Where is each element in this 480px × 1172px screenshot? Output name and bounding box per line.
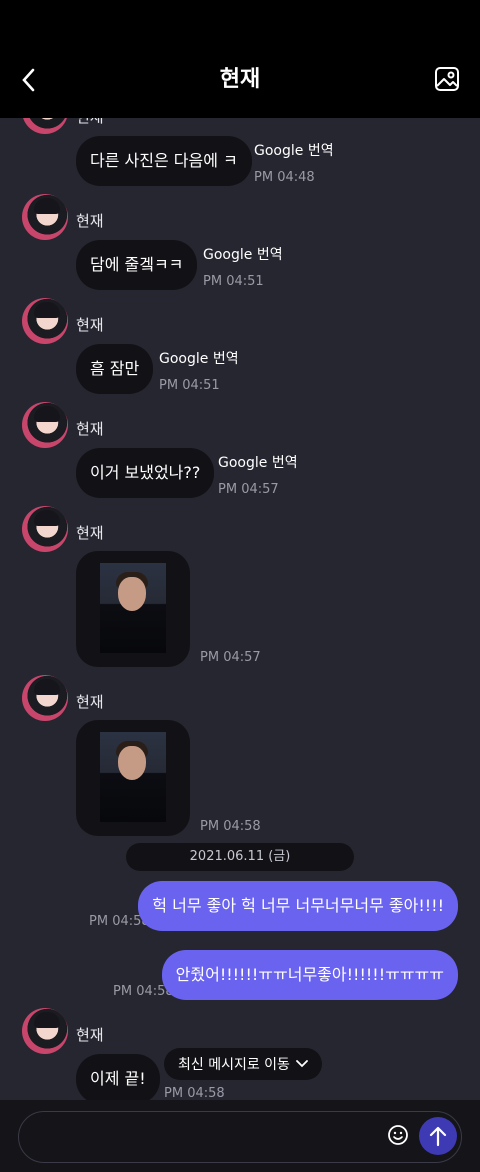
avatar[interactable]	[22, 1008, 68, 1054]
message-time: PM 04:57	[200, 650, 261, 665]
avatar[interactable]	[22, 675, 68, 721]
sender-name: 현재	[76, 1026, 104, 1044]
message-time: PM 04:48	[254, 170, 315, 185]
gallery-button[interactable]	[434, 66, 460, 92]
header: 현재	[0, 0, 480, 118]
sender-name: 현재	[76, 118, 104, 127]
message-time: PM 04:51	[203, 274, 264, 289]
photo-face	[118, 746, 146, 780]
photo-message[interactable]	[76, 551, 190, 667]
avatar[interactable]	[22, 506, 68, 552]
google-translate-link[interactable]: Google 번역	[254, 140, 334, 160]
jump-to-latest-button[interactable]: 최신 메시지로 이동	[164, 1048, 322, 1080]
sender-name: 현재	[76, 212, 104, 230]
arrow-up-icon	[429, 1126, 447, 1147]
avatar[interactable]	[22, 118, 68, 134]
message-input-bar	[0, 1100, 480, 1172]
photo-thumbnail[interactable]	[100, 732, 166, 822]
avatar[interactable]	[22, 298, 68, 344]
message-time: PM 04:58	[164, 1086, 225, 1100]
jump-to-latest-label: 최신 메시지로 이동	[178, 1057, 290, 1073]
google-translate-link[interactable]: Google 번역	[203, 244, 283, 264]
message-bubble[interactable]: 담에 줄겤ㅋㅋ	[76, 240, 198, 290]
message-bubble[interactable]: 흠 잠만	[76, 344, 154, 394]
photo-message[interactable]	[76, 720, 190, 836]
image-icon	[435, 67, 459, 91]
message-bubble[interactable]: 이제 끝!	[76, 1054, 160, 1100]
smiley-icon[interactable]	[387, 1124, 409, 1146]
message-list[interactable]: 현재 다른 사진은 다음에 ㅋ Google 번역 PM 04:48 현재 담에…	[0, 118, 480, 1100]
google-translate-link[interactable]: Google 번역	[218, 452, 298, 472]
my-message-bubble[interactable]: 안줬어!!!!!!ㅠㅠ너무좋아!!!!!!ㅠㅠㅠㅠ	[161, 950, 458, 1000]
photo-thumbnail[interactable]	[100, 563, 166, 653]
message-input[interactable]	[18, 1111, 462, 1163]
sender-name: 현재	[76, 693, 104, 711]
message-time: PM 04:58	[200, 819, 261, 834]
message-time: PM 04:51	[159, 378, 220, 393]
message-bubble[interactable]: 다른 사진은 다음에 ㅋ	[76, 136, 252, 186]
date-divider: 2021.06.11 (금)	[126, 843, 354, 871]
message-bubble[interactable]: 이거 보냈었나??	[76, 448, 215, 498]
google-translate-link[interactable]: Google 번역	[159, 348, 239, 368]
message-time: PM 04:57	[218, 482, 279, 497]
sender-name: 현재	[76, 420, 104, 438]
sender-name: 현재	[76, 524, 104, 542]
send-button[interactable]	[419, 1117, 457, 1155]
photo-face	[118, 577, 146, 611]
sender-name: 현재	[76, 316, 104, 334]
avatar[interactable]	[22, 194, 68, 240]
chevron-down-icon	[296, 1060, 308, 1068]
my-message-bubble[interactable]: 헉 너무 좋아 헉 너무 너무너무너무 좋아!!!!	[138, 881, 458, 931]
avatar[interactable]	[22, 402, 68, 448]
page-title: 현재	[219, 67, 261, 92]
